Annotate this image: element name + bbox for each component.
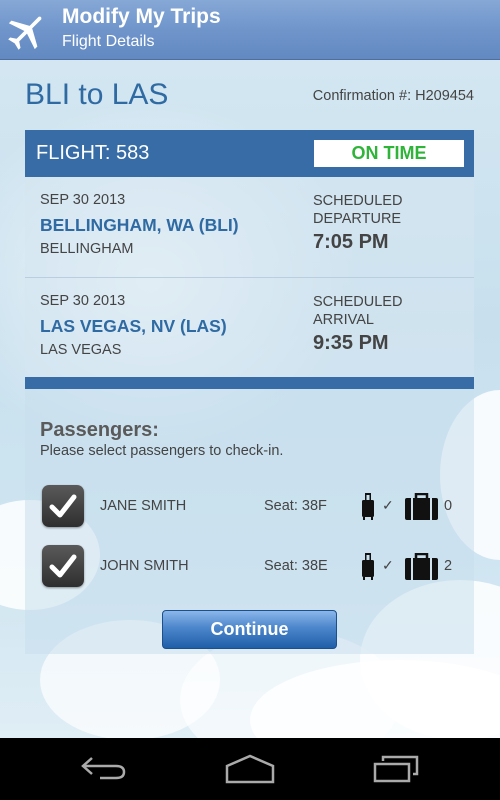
passengers-title: Passengers: (40, 419, 159, 441)
confirmation-number: Confirmation #: H209454 (312, 88, 474, 104)
continue-button[interactable]: Continue (162, 610, 337, 649)
screen-subtitle: Flight Details (62, 33, 155, 50)
carry-on-check: ✓ (382, 557, 394, 573)
app-header: Modify My Trips Flight Details (0, 0, 500, 60)
android-nav-bar (0, 738, 500, 800)
departure-segment: SEP 30 2013 BELLINGHAM, WA (BLI) BELLING… (25, 177, 474, 277)
flight-card: FLIGHT: 583 ON TIME SEP 30 2013 BELLINGH… (25, 130, 474, 654)
checked-bag-icon (405, 553, 438, 580)
airplane-icon[interactable] (4, 9, 50, 53)
section-divider (25, 377, 474, 389)
back-icon[interactable] (80, 754, 128, 784)
passenger-name: JANE SMITH (100, 498, 187, 514)
passenger-row: JANE SMITH Seat: 38F ✓ 0 (25, 485, 474, 529)
passenger-checkbox[interactable] (42, 545, 84, 587)
departure-date: SEP 30 2013 (40, 192, 126, 208)
passengers-hint: Please select passengers to check-in. (40, 443, 284, 459)
carry-on-bag-icon (362, 493, 374, 520)
passenger-checkbox[interactable] (42, 485, 84, 527)
passenger-seat: Seat: 38F (264, 498, 327, 514)
departure-label-line2: DEPARTURE (313, 211, 402, 227)
checked-bag-icon (405, 493, 438, 520)
carry-on-bag-icon (362, 553, 374, 580)
departure-city: BELLINGHAM, WA (BLI) (40, 215, 239, 235)
passenger-name: JOHN SMITH (100, 558, 189, 574)
checkmark-icon (49, 494, 77, 518)
route-title: BLI to LAS (25, 78, 169, 111)
arrival-time: 9:35 PM (313, 332, 389, 354)
arrival-city: LAS VEGAS, NV (LAS) (40, 316, 227, 336)
arrival-date: SEP 30 2013 (40, 293, 126, 309)
arrival-label: SCHEDULED ARRIVAL (313, 293, 433, 329)
home-icon[interactable] (225, 754, 275, 784)
arrival-airport-name: LAS VEGAS (40, 342, 122, 358)
flight-header-bar: FLIGHT: 583 ON TIME (25, 130, 474, 177)
arrival-segment: SEP 30 2013 LAS VEGAS, NV (LAS) LAS VEGA… (25, 277, 474, 377)
status-badge: ON TIME (314, 140, 464, 167)
checked-bag-count: 0 (444, 498, 453, 514)
checkmark-icon (49, 554, 77, 578)
app-title: Modify My Trips (62, 5, 221, 28)
passengers-section: Passengers: Please select passengers to … (25, 389, 474, 654)
flight-number: FLIGHT: 583 (36, 142, 150, 164)
recent-apps-icon[interactable] (373, 754, 421, 784)
departure-time: 7:05 PM (313, 231, 389, 253)
arrival-label-line2: ARRIVAL (313, 312, 374, 328)
checked-bag-count: 2 (444, 558, 453, 574)
departure-airport-name: BELLINGHAM (40, 241, 134, 257)
carry-on-check: ✓ (382, 497, 394, 513)
arrival-label-line1: SCHEDULED (313, 294, 403, 310)
departure-label: SCHEDULED DEPARTURE (313, 192, 433, 228)
passenger-seat: Seat: 38E (264, 558, 328, 574)
passenger-row: JOHN SMITH Seat: 38E ✓ 2 (25, 545, 474, 589)
departure-label-line1: SCHEDULED (313, 193, 403, 209)
